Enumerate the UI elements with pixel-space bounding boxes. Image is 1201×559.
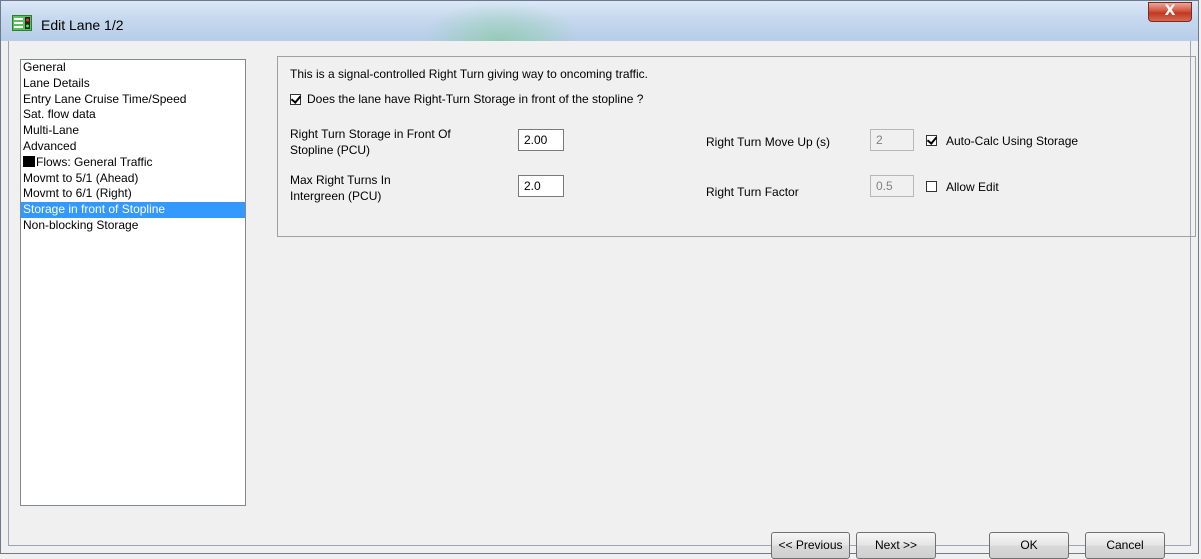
previous-button[interactable]: << Previous [771,532,850,559]
cancel-button[interactable]: Cancel [1085,532,1165,559]
section-item-sat-flow[interactable]: Sat. flow data [21,107,245,123]
storage-settings-panel: This is a signal-controlled Right Turn g… [277,56,1196,237]
storage-pcu-input[interactable]: 2.00 [518,129,564,151]
section-item-label: Entry Lane Cruise Time/Speed [23,91,187,106]
max-turns-input[interactable]: 2.0 [518,175,564,197]
turn-factor-input[interactable]: 0.5 [870,175,914,197]
section-item-label: Non-blocking Storage [23,217,139,232]
allow-edit-label: Allow Edit [946,180,999,194]
section-item-movmt-right[interactable]: Movmt to 6/1 (Right) [21,186,245,202]
section-item-label: Flows: General Traffic [36,154,153,169]
section-list[interactable]: General Lane Details Entry Lane Cruise T… [20,59,246,506]
turn-description: This is a signal-controlled Right Turn g… [290,67,648,81]
section-item-cruise-time[interactable]: Entry Lane Cruise Time/Speed [21,92,245,108]
section-item-flows[interactable]: Flows: General Traffic [21,155,245,171]
storage-checkbox[interactable] [290,94,301,105]
flow-color-swatch [23,155,35,167]
section-item-lane-details[interactable]: Lane Details [21,76,245,92]
dialog-client-area: General Lane Details Entry Lane Cruise T… [8,41,1196,559]
section-item-general[interactable]: General [21,60,245,76]
section-item-label: Multi-Lane [23,123,80,138]
ok-button[interactable]: OK [989,532,1069,559]
allow-edit-checkbox[interactable] [926,181,937,192]
section-item-label: General [23,60,66,74]
section-item-multi-lane[interactable]: Multi-Lane [21,123,245,139]
auto-calc-label: Auto-Calc Using Storage [946,134,1079,148]
app-icon [12,15,32,31]
storage-pcu-label-2: Stopline (PCU) [290,143,371,157]
close-icon: X [1164,3,1176,19]
section-item-label: Sat. flow data [23,107,96,122]
section-item-label: Storage in front of Stopline [23,202,166,217]
next-button[interactable]: Next >> [856,532,936,559]
max-turns-label-2: Intergreen (PCU) [290,189,382,203]
title-bar[interactable]: Edit Lane 1/2 X [1,1,1198,41]
auto-calc-checkbox[interactable] [926,135,937,146]
close-button[interactable]: X [1148,2,1192,22]
section-item-movmt-ahead[interactable]: Movmt to 5/1 (Ahead) [21,171,245,187]
window-title: Edit Lane 1/2 [41,17,124,33]
max-turns-label-1: Max Right Turns In [290,173,391,187]
section-item-label: Movmt to 5/1 (Ahead) [23,170,139,185]
title-bar-glow [421,1,581,41]
section-item-label: Movmt to 6/1 (Right) [23,186,132,201]
turn-factor-label: Right Turn Factor [706,185,799,199]
section-item-label: Lane Details [23,75,90,90]
section-item-non-blocking[interactable]: Non-blocking Storage [21,218,245,234]
move-up-input[interactable]: 2 [870,129,914,151]
section-item-advanced[interactable]: Advanced [21,139,245,155]
section-item-storage[interactable]: Storage in front of Stopline [21,202,245,218]
move-up-label: Right Turn Move Up (s) [706,135,831,149]
storage-checkbox-label: Does the lane have Right-Turn Storage in… [307,92,644,106]
storage-pcu-label-1: Right Turn Storage in Front Of [290,127,451,141]
edit-lane-dialog: Edit Lane 1/2 X General Lane Details Ent… [0,0,1199,559]
section-item-label: Advanced [23,138,77,153]
